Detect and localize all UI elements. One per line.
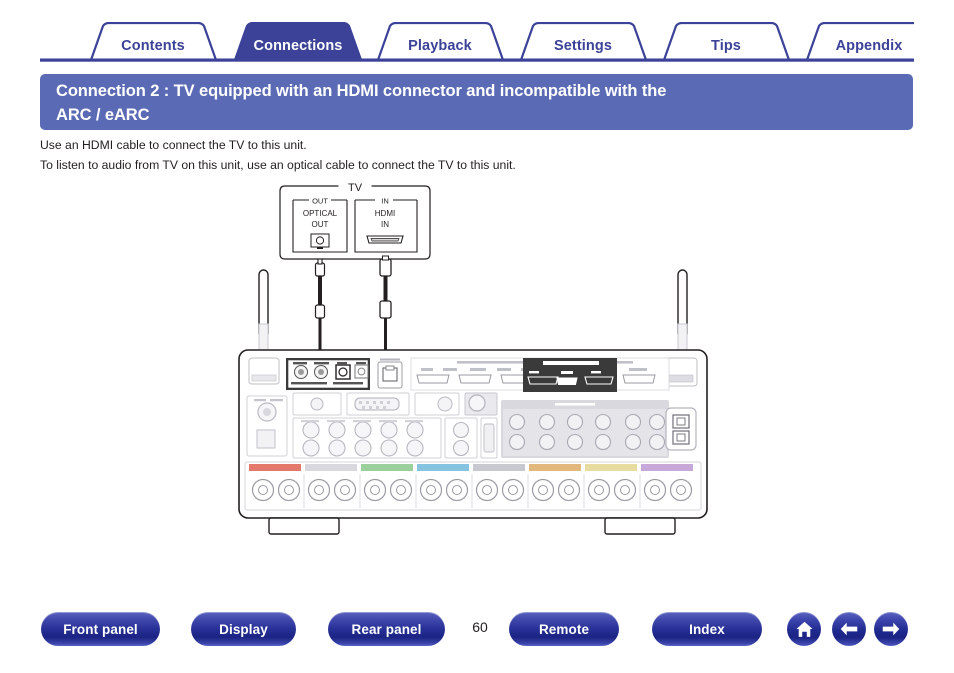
antenna-left	[258, 269, 269, 351]
hdmi-out-block	[523, 358, 617, 392]
front-panel-button[interactable]: Front panel	[41, 612, 160, 646]
tv-hdmi-label-line2: IN	[381, 220, 389, 229]
tv-hdmi-label-line1: HDMI	[375, 209, 395, 218]
index-button[interactable]: Index	[652, 612, 762, 646]
home-icon	[794, 619, 815, 640]
speaker-terminals-row	[244, 461, 702, 511]
digital-inputs-block	[286, 358, 370, 390]
hdmi-out-port	[556, 377, 578, 385]
rear-panel-button[interactable]: Rear panel	[328, 612, 445, 646]
arrow-left-icon	[838, 620, 860, 638]
tab-connections[interactable]: Connections	[254, 38, 343, 54]
ac-power-inlet	[665, 407, 697, 451]
top-tab-bar: Contents Connections Playback Settings T…	[40, 22, 914, 62]
network-port-block	[377, 358, 403, 389]
tv-label: TV	[348, 182, 363, 194]
tv-optical-label-line2: OUT	[312, 220, 329, 229]
tv-in-group-label: IN	[381, 197, 389, 206]
page-number: 60	[472, 619, 488, 635]
remote-button[interactable]: Remote	[509, 612, 619, 646]
instruction-line-1: Use an HDMI cable to connect the TV to t…	[40, 138, 307, 152]
tab-settings[interactable]: Settings	[554, 38, 612, 54]
antenna-right	[677, 269, 688, 351]
connection-diagram: TV OUT OPTICAL OUT IN HDMI IN	[225, 172, 745, 542]
page-title-line-2: ARC / eARC	[56, 105, 150, 124]
optical-port-icon	[310, 233, 330, 249]
tab-playback[interactable]: Playback	[408, 38, 472, 54]
tab-contents[interactable]: Contents	[121, 38, 185, 54]
display-button[interactable]: Display	[191, 612, 296, 646]
page-title-banner: Connection 2 : TV equipped with an HDMI …	[40, 74, 913, 130]
receiver-feet	[268, 517, 676, 535]
bottom-nav-bar: Front panel Display Rear panel 60 Remote…	[0, 612, 954, 664]
tab-tips[interactable]: Tips	[711, 38, 741, 54]
forward-button[interactable]	[874, 612, 908, 646]
tv-device: TV OUT OPTICAL OUT IN HDMI IN	[279, 182, 431, 260]
connection-diagram-svg: TV OUT OPTICAL OUT IN HDMI IN	[238, 182, 708, 535]
tab-appendix[interactable]: Appendix	[836, 38, 903, 54]
av-receiver-rear-panel	[238, 349, 708, 535]
page-title-line-1: Connection 2 : TV equipped with an HDMI …	[56, 82, 667, 100]
home-icon-button[interactable]	[787, 612, 821, 646]
arrow-right-icon	[880, 620, 902, 638]
tv-out-group-label: OUT	[312, 197, 328, 206]
tv-optical-label-line1: OPTICAL	[303, 209, 338, 218]
analog-jacks-section	[246, 392, 669, 459]
instruction-text: Use an HDMI cable to connect the TV to t…	[40, 136, 900, 177]
hdmi-port-icon	[366, 235, 404, 244]
back-button[interactable]	[832, 612, 866, 646]
